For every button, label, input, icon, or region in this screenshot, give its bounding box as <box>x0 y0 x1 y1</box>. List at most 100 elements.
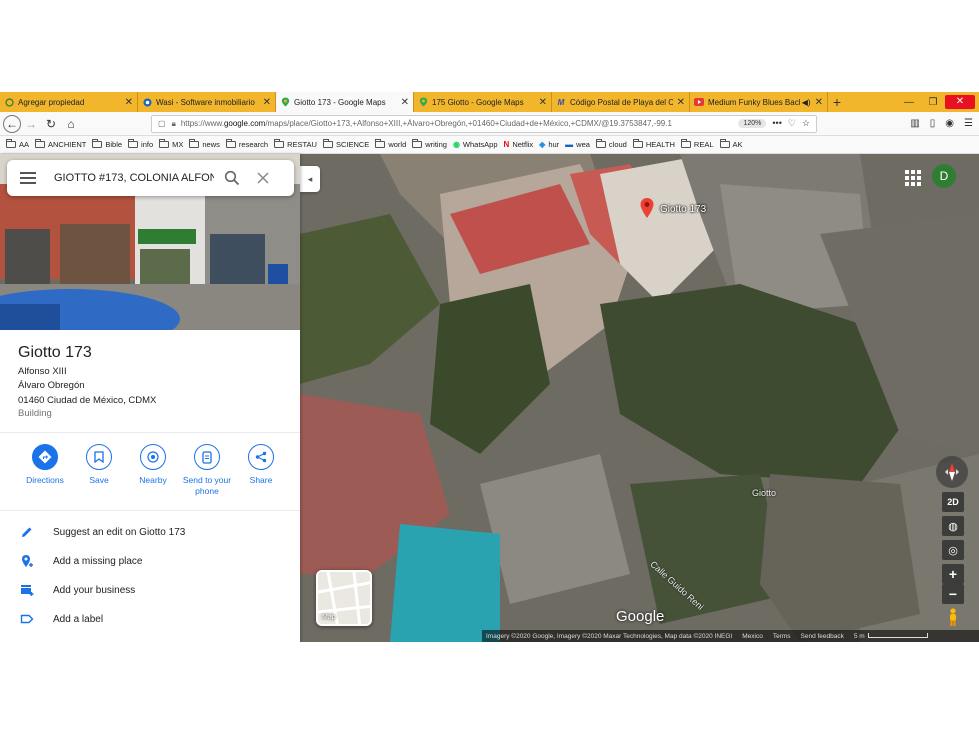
add-business-row[interactable]: Add your business <box>0 577 300 603</box>
my-location-icon[interactable]: ◎ <box>942 540 964 560</box>
tab-175-giotto[interactable]: 175 Giotto - Google Maps ✕ <box>414 92 552 112</box>
window-controls: — ❐ ✕ <box>897 92 979 112</box>
collapse-panel-button[interactable]: ◂ <box>300 166 320 192</box>
bookmark-netflix[interactable]: N Netflix <box>504 140 534 149</box>
map-layer-toggle[interactable]: Map <box>316 570 372 626</box>
folder-icon <box>632 139 643 148</box>
send-feedback-link[interactable]: Send feedback <box>801 633 844 640</box>
street-label-giotto: Giotto <box>752 488 777 498</box>
sidebar-icon[interactable]: ▯ <box>930 118 936 129</box>
more-actions-icon[interactable]: ••• <box>772 118 781 129</box>
library-icon[interactable]: ▥ <box>910 118 919 129</box>
reload-icon[interactable]: ↻ <box>41 114 61 134</box>
tab-giotto-maps[interactable]: Giotto 173 - Google Maps ✕ <box>276 92 414 112</box>
bookmark-folder[interactable]: Bible <box>92 139 122 149</box>
search-box[interactable] <box>7 160 294 196</box>
address-line: 01460 Ciudad de México, CDMX <box>18 395 157 406</box>
tab-codigo-postal[interactable]: M Código Postal de Playa del Carr ✕ <box>552 92 690 112</box>
new-tab-button[interactable]: + <box>828 92 846 112</box>
zoom-in-button[interactable]: + <box>942 564 964 584</box>
zoom-out-button[interactable]: − <box>942 584 964 604</box>
tab-title: 175 Giotto - Google Maps <box>432 97 524 107</box>
folder-icon <box>322 139 333 148</box>
speaker-icon[interactable]: ◀) <box>802 98 811 107</box>
bookmarks-bar: AA ANCHIENT Bible info MX news research … <box>0 136 979 154</box>
folder-icon <box>719 139 730 148</box>
page-info-icon[interactable]: ▢ <box>158 119 166 128</box>
scale[interactable]: 5 m <box>854 632 928 640</box>
back-arrow-icon[interactable]: ← <box>3 114 21 133</box>
window-close-icon[interactable]: ✕ <box>945 95 975 109</box>
add-label-row[interactable]: Add a label <box>0 606 300 632</box>
bookmark-hur[interactable]: ◈ hur <box>539 140 559 149</box>
region-link[interactable]: Mexico <box>742 633 763 640</box>
bookmark-folder[interactable]: AA <box>6 139 29 149</box>
bookmark-folder[interactable]: SCIENCE <box>322 139 369 149</box>
share-button[interactable]: Share <box>234 444 288 497</box>
toggle-2d-button[interactable]: 2D <box>942 492 964 512</box>
save-button[interactable]: Save <box>72 444 126 497</box>
bookmark-folder[interactable]: cloud <box>595 139 627 149</box>
page-title: Giotto 173 <box>18 344 92 361</box>
bookmark-folder[interactable]: HEALTH <box>632 139 675 149</box>
close-tab-icon[interactable]: ✕ <box>677 97 685 108</box>
nearby-button[interactable]: Nearby <box>126 444 180 497</box>
send-to-phone-button[interactable]: Send to your phone <box>180 444 234 497</box>
satellite-map[interactable]: ◂ Giotto 173 Giotto Calle Guido Reni D 2… <box>300 154 979 642</box>
folder-icon <box>225 139 236 148</box>
address-bar[interactable]: ▢ 🔒︎ https://www.google.com/maps/place/G… <box>151 114 817 133</box>
bookmark-folder[interactable]: research <box>225 139 268 149</box>
bookmark-folder[interactable]: writing <box>412 139 447 149</box>
tab-funky-blues[interactable]: Medium Funky Blues Backi ◀) ✕ <box>690 92 828 112</box>
close-tab-icon[interactable]: ✕ <box>263 97 271 108</box>
terms-link[interactable]: Terms <box>773 633 791 640</box>
pocket-icon[interactable]: ♡ <box>788 118 796 129</box>
home-icon[interactable]: ⌂ <box>61 114 81 134</box>
globe-icon[interactable]: ◍ <box>942 516 964 536</box>
bookmark-folder[interactable]: RESTAU <box>274 139 317 149</box>
location-pin-icon[interactable] <box>640 198 654 218</box>
close-tab-icon[interactable]: ✕ <box>815 97 823 108</box>
circle-green-icon <box>4 97 14 107</box>
compass-icon[interactable] <box>936 456 968 488</box>
pin-label[interactable]: Giotto 173 <box>660 204 706 215</box>
folder-icon <box>35 139 46 148</box>
bookmark-whatsapp[interactable]: ◉ WhatsApp <box>453 140 498 149</box>
forward-arrow-icon[interactable]: → <box>21 114 41 134</box>
zoom-badge[interactable]: 120% <box>738 119 767 128</box>
add-business-label: Add your business <box>53 584 136 596</box>
close-tab-icon[interactable]: ✕ <box>539 97 547 108</box>
hamburger-menu-icon[interactable]: ☰ <box>964 118 973 129</box>
tab-agregar-propiedad[interactable]: Agregar propiedad ✕ <box>0 92 138 112</box>
browser-window: Agregar propiedad ✕ Wasi - Software inmo… <box>0 92 979 642</box>
bookmark-wea[interactable]: ▬ wea <box>565 140 590 149</box>
close-tab-icon[interactable]: ✕ <box>401 97 409 108</box>
directions-button[interactable]: Directions <box>18 444 72 497</box>
tab-wasi[interactable]: Wasi - Software inmobiliario ✕ <box>138 92 276 112</box>
map-attribution: Imagery ©2020 Google, Imagery ©2020 Maxa… <box>482 630 979 642</box>
avatar[interactable]: D <box>932 164 956 188</box>
navigation-bar: ← → ↻ ⌂ ▢ 🔒︎ https://www.google.com/maps… <box>0 112 979 136</box>
bookmark-folder[interactable]: AK <box>719 139 743 149</box>
search-icon[interactable] <box>224 170 240 186</box>
minimize-icon[interactable]: — <box>897 97 921 108</box>
map-toggle-label: Map <box>322 614 336 621</box>
google-apps-icon[interactable] <box>905 170 921 186</box>
search-input[interactable] <box>54 172 214 184</box>
bookmark-folder[interactable]: info <box>128 139 153 149</box>
bookmark-folder[interactable]: MX <box>159 139 183 149</box>
hamburger-menu-icon[interactable] <box>20 172 36 184</box>
bookmark-folder[interactable]: world <box>375 139 406 149</box>
pegman-icon[interactable] <box>946 608 960 626</box>
tab-title: Código Postal de Playa del Carr <box>570 97 673 107</box>
close-icon[interactable] <box>256 171 270 185</box>
bookmark-folder[interactable]: ANCHIENT <box>35 139 86 149</box>
bookmark-folder[interactable]: news <box>189 139 220 149</box>
close-tab-icon[interactable]: ✕ <box>125 97 133 108</box>
bookmark-folder[interactable]: REAL <box>680 139 714 149</box>
add-missing-place-row[interactable]: Add a missing place <box>0 548 300 574</box>
account-icon[interactable]: ◉ <box>945 118 954 129</box>
bookmark-star-icon[interactable]: ☆ <box>802 118 810 129</box>
restore-icon[interactable]: ❐ <box>921 97 945 108</box>
suggest-edit-row[interactable]: Suggest an edit on Giotto 173 <box>0 519 300 545</box>
